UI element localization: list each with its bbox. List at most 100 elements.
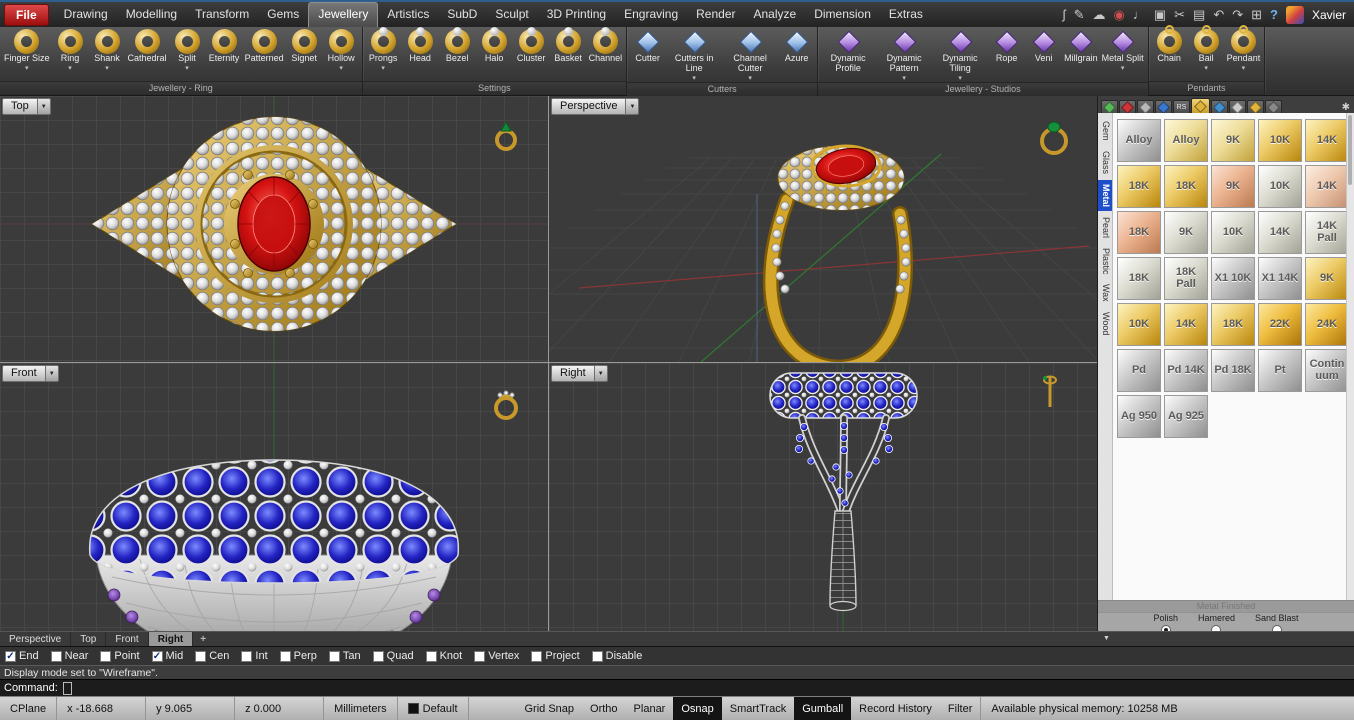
status-toggle-record-history[interactable]: Record History xyxy=(851,697,940,720)
osnap-near[interactable]: Near xyxy=(51,650,89,662)
checkbox-perp[interactable] xyxy=(280,651,291,662)
material-swatch-1-alloy[interactable]: Alloy xyxy=(1164,119,1208,162)
checkbox-vertex[interactable] xyxy=(474,651,485,662)
material-swatch-22-18k[interactable]: 18K xyxy=(1211,303,1255,346)
clipboard-icon[interactable]: ▤ xyxy=(1193,8,1205,21)
ribbon-button-azure[interactable]: Azure xyxy=(778,28,815,64)
checkbox-knot[interactable] xyxy=(426,651,437,662)
chevron-down-icon[interactable]: ▼ xyxy=(626,98,639,115)
status-toggle-smarttrack[interactable]: SmartTrack xyxy=(722,697,794,720)
material-swatch-5-18k[interactable]: 18K xyxy=(1117,165,1161,208)
save-icon[interactable]: ⊞ xyxy=(1251,8,1262,21)
osnap-mid[interactable]: ✓Mid xyxy=(152,650,184,662)
ribbon-button-millgrain[interactable]: Millgrain xyxy=(1062,28,1100,64)
layer-button[interactable]: Default xyxy=(398,697,469,720)
panel-collapse-icon[interactable]: ▼ xyxy=(1103,635,1110,642)
material-category-metal[interactable]: Metal xyxy=(1098,180,1112,211)
ribbon-button-patterned[interactable]: Patterned xyxy=(243,28,286,64)
material-swatch-2-9k[interactable]: 9K xyxy=(1211,119,1255,162)
ribbon-button-veni[interactable]: Veni xyxy=(1025,28,1062,64)
viewport-right[interactable]: Right ▼ xyxy=(549,363,1097,631)
command-line[interactable]: Command: xyxy=(0,679,1354,696)
panel-tab-help[interactable] xyxy=(1211,100,1228,113)
material-category-pearl[interactable]: Pearl xyxy=(1098,213,1112,242)
ribbon-button-split[interactable]: Split▾ xyxy=(169,28,206,72)
material-swatch-27-pd-18k[interactable]: Pd 18K xyxy=(1211,349,1255,392)
ribbon-button-bail[interactable]: Bail▾ xyxy=(1188,28,1225,72)
chevron-down-icon[interactable]: ▼ xyxy=(38,98,51,115)
menu-extras[interactable]: Extras xyxy=(880,2,932,28)
checkbox-near[interactable] xyxy=(51,651,62,662)
ribbon-button-shank[interactable]: Shank▾ xyxy=(89,28,126,72)
chevron-down-icon[interactable]: ▼ xyxy=(595,365,608,382)
menu-modelling[interactable]: Modelling xyxy=(117,2,186,28)
ribbon-button-finger-size[interactable]: Finger Size▾ xyxy=(2,28,52,72)
menu-gems[interactable]: Gems xyxy=(258,2,308,28)
ribbon-button-cutters-in-line[interactable]: Cutters in Line▾ xyxy=(666,28,722,82)
ribbon-button-eternity[interactable]: Eternity xyxy=(206,28,243,64)
material-swatch-26-pd-14k[interactable]: Pd 14K xyxy=(1164,349,1208,392)
pen-icon[interactable]: ✎ xyxy=(1074,8,1085,21)
ribbon-button-metal-split[interactable]: Metal Split▾ xyxy=(1100,28,1146,72)
menu-artistics[interactable]: Artistics xyxy=(378,2,438,28)
material-swatch-7-9k[interactable]: 9K xyxy=(1211,165,1255,208)
gear-icon[interactable]: ✱ xyxy=(1342,102,1352,113)
material-swatch-3-10k[interactable]: 10K xyxy=(1258,119,1302,162)
material-swatch-30-ag-950[interactable]: Ag 950 xyxy=(1117,395,1161,438)
material-swatch-12-10k[interactable]: 10K xyxy=(1211,211,1255,254)
osnap-project[interactable]: Project xyxy=(531,650,579,662)
material-swatch-16-18k-pall[interactable]: 18K Pall xyxy=(1164,257,1208,300)
menu-render[interactable]: Render xyxy=(687,2,744,28)
cloud-icon[interactable]: ☁ xyxy=(1092,8,1105,21)
osnap-point[interactable]: Point xyxy=(100,650,139,662)
checkbox-project[interactable] xyxy=(531,651,542,662)
file-menu-button[interactable]: File xyxy=(4,4,49,26)
ribbon-button-cathedral[interactable]: Cathedral xyxy=(126,28,169,64)
checkbox-mid[interactable]: ✓ xyxy=(152,651,163,662)
panel-tab-display[interactable] xyxy=(1155,100,1172,113)
material-swatch-20-10k[interactable]: 10K xyxy=(1117,303,1161,346)
material-swatch-13-14k[interactable]: 14K xyxy=(1258,211,1302,254)
viewport-right-label[interactable]: Right ▼ xyxy=(551,365,608,382)
osnap-disable[interactable]: Disable xyxy=(592,650,643,662)
material-swatch-9-14k[interactable]: 14K xyxy=(1305,165,1349,208)
osnap-int[interactable]: Int xyxy=(241,650,267,662)
panel-tab-library[interactable] xyxy=(1247,100,1264,113)
menu-engraving[interactable]: Engraving xyxy=(615,2,687,28)
checkbox-tan[interactable] xyxy=(329,651,340,662)
ribbon-button-ring[interactable]: Ring▾ xyxy=(52,28,89,72)
material-swatch-11-9k[interactable]: 9K xyxy=(1164,211,1208,254)
viewport-tab-right[interactable]: Right xyxy=(149,632,194,646)
material-swatch-29-continuum[interactable]: Continuum xyxy=(1305,349,1349,392)
panel-tab-rs[interactable]: RS xyxy=(1173,100,1190,113)
viewport-tab-front[interactable]: Front xyxy=(106,632,148,646)
ribbon-button-bezel[interactable]: Bezel xyxy=(439,28,476,64)
checkbox-cen[interactable] xyxy=(195,651,206,662)
ribbon-button-pendant[interactable]: Pendant▾ xyxy=(1225,28,1263,72)
chevron-down-icon[interactable]: ▼ xyxy=(46,365,59,382)
material-swatch-14-14k-pall[interactable]: 14K Pall xyxy=(1305,211,1349,254)
material-swatch-25-pd[interactable]: Pd xyxy=(1117,349,1161,392)
material-swatch-4-14k[interactable]: 14K xyxy=(1305,119,1349,162)
material-category-plastic[interactable]: Plastic xyxy=(1098,244,1112,279)
material-category-wax[interactable]: Wax xyxy=(1098,280,1112,306)
status-toggle-ortho[interactable]: Ortho xyxy=(582,697,626,720)
material-swatch-21-14k[interactable]: 14K xyxy=(1164,303,1208,346)
material-swatch-31-ag-925[interactable]: Ag 925 xyxy=(1164,395,1208,438)
material-swatch-24-24k[interactable]: 24K xyxy=(1305,303,1349,346)
panel-tab-environment[interactable] xyxy=(1265,100,1282,113)
ribbon-button-dynamic-tiling[interactable]: Dynamic Tiling▾ xyxy=(932,28,988,82)
viewport-perspective-label[interactable]: Perspective ▼ xyxy=(551,98,639,115)
material-swatch-10-18k[interactable]: 18K xyxy=(1117,211,1161,254)
checkbox-disable[interactable] xyxy=(592,651,603,662)
panel-tab-materials[interactable] xyxy=(1191,98,1210,113)
viewport-tab-perspective[interactable]: Perspective xyxy=(0,632,71,646)
material-swatch-8-10k[interactable]: 10K xyxy=(1258,165,1302,208)
ribbon-button-chain[interactable]: Chain xyxy=(1151,28,1188,64)
curve-icon[interactable]: ʃ xyxy=(1063,8,1066,21)
ribbon-button-halo[interactable]: Halo xyxy=(476,28,513,64)
ribbon-button-head[interactable]: Head xyxy=(402,28,439,64)
menu-dimension[interactable]: Dimension xyxy=(805,2,880,28)
ribbon-button-cluster[interactable]: Cluster xyxy=(513,28,550,64)
ribbon-button-cutter[interactable]: Cutter xyxy=(629,28,666,64)
